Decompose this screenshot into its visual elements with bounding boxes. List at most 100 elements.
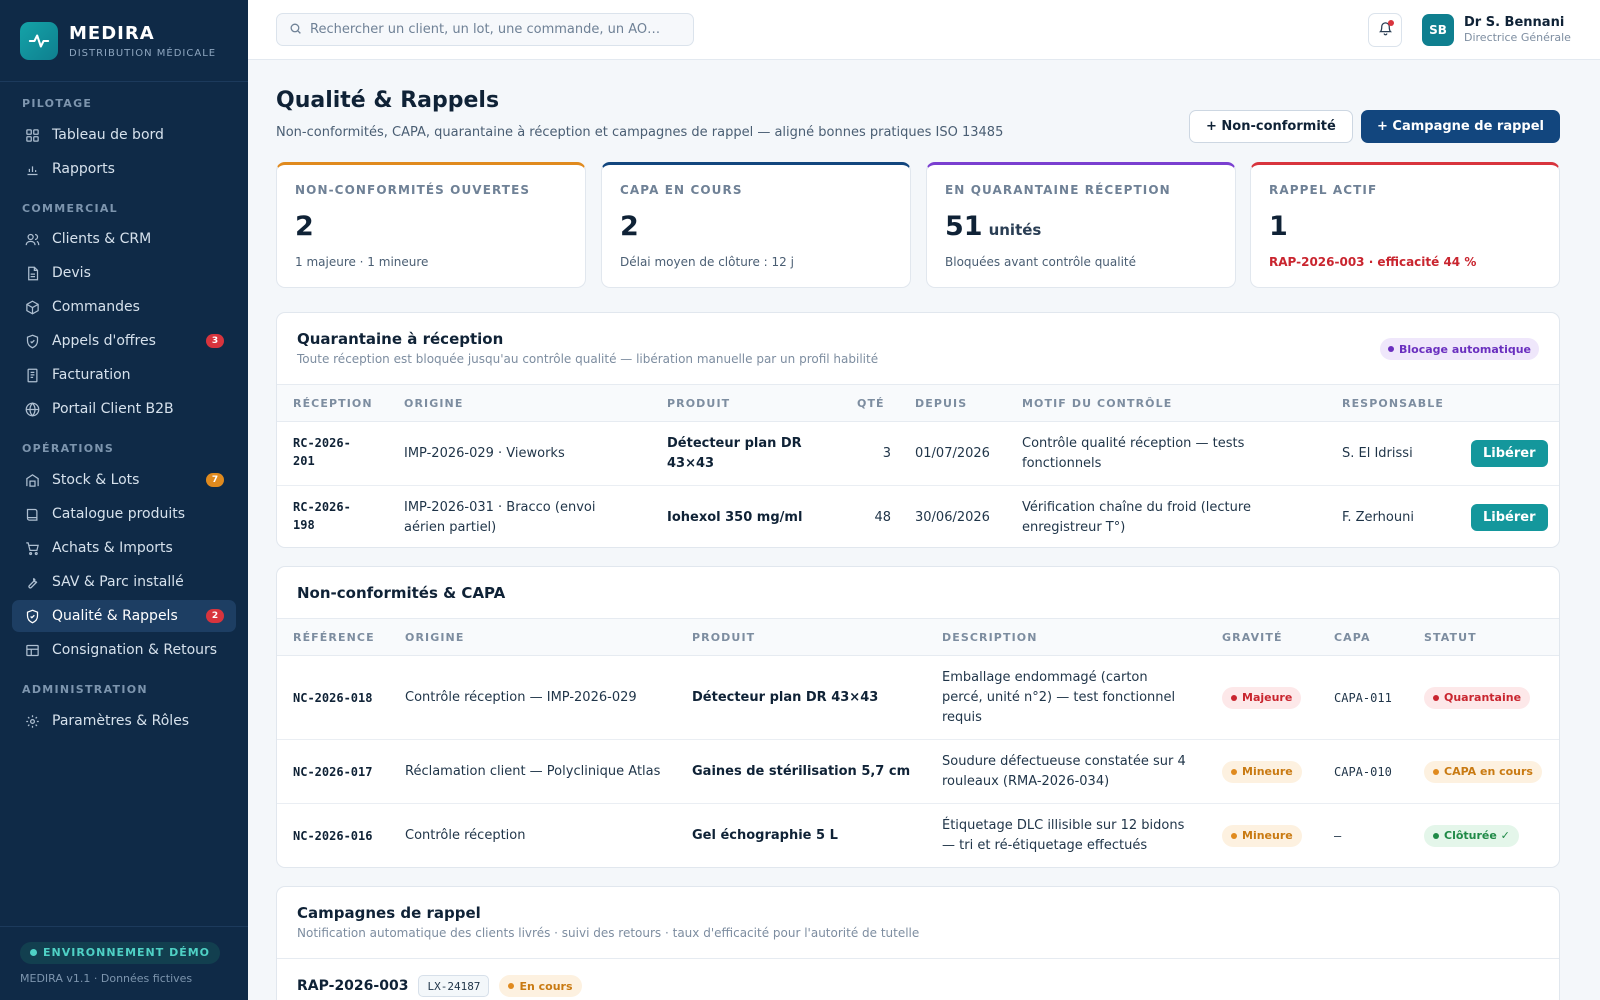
search-input[interactable] (310, 22, 680, 37)
wrench-icon (24, 574, 40, 590)
grid-icon (24, 127, 40, 143)
kpi-label: EN QUARANTAINE RÉCEPTION (945, 183, 1171, 197)
table-row[interactable]: RC-2026- 198 IMP-2026-031 · Bracco (envo… (277, 486, 1559, 547)
kpi-note: RAP-2026-003 · efficacité 44 % (1269, 255, 1477, 269)
column-header: PRODUIT (667, 397, 731, 410)
sidebar-item-stock[interactable]: Stock & Lots 7 (12, 464, 236, 496)
add-nonconformity-button[interactable]: + Non-conformité (1189, 110, 1353, 143)
since-date: 30/06/2026 (915, 510, 990, 525)
auto-block-badge: Blocage automatique (1380, 338, 1539, 360)
topbar: SB Dr S. Bennani Directrice Générale (248, 0, 1600, 60)
card-title: Campagnes de rappel (297, 904, 481, 922)
brand-name: MEDIRA (69, 22, 155, 44)
kpi-value: 2 (295, 211, 314, 242)
capa-ref: – (1334, 829, 1342, 843)
nav-section-commercial: COMMERCIAL (22, 202, 118, 215)
product: Gel échographie 5 L (692, 828, 838, 843)
sidebar-footer: ENVIRONNEMENT DÉMO MEDIRA v1.1 · Données… (0, 926, 248, 1000)
release-button[interactable]: Libérer (1471, 440, 1548, 467)
column-header: DEPUIS (915, 397, 968, 410)
sidebar-item-label: Consignation & Retours (52, 642, 218, 658)
column-header: GRAVITÉ (1222, 631, 1283, 644)
recall-campaigns-card: Campagnes de rappel Notification automat… (276, 886, 1560, 1000)
origin: Contrôle réception (405, 828, 526, 843)
severity: Majeure (1222, 687, 1302, 709)
app-version: MEDIRA v1.1 · Données fictives (20, 971, 193, 985)
kpi-active-recall: RAPPEL ACTIF 1 RAP-2026-003 · efficacité… (1250, 162, 1560, 288)
sidebar-item-b2b-portal[interactable]: Portail Client B2B (12, 393, 236, 425)
brand: MEDIRA DISTRIBUTION MÉDICALE (0, 0, 248, 82)
table-row[interactable]: NC-2026-016 Contrôle réception Gel échog… (277, 804, 1559, 867)
sidebar-item-catalog[interactable]: Catalogue produits (12, 498, 236, 530)
kpi-unit: unités (988, 221, 1042, 239)
owner: S. El Idrissi (1342, 446, 1413, 461)
sidebar-item-reports[interactable]: Rapports (12, 153, 236, 185)
kpi-note: Bloquées avant contrôle qualité (945, 255, 1137, 269)
table-row[interactable]: NC-2026-017 Réclamation client — Polycli… (277, 740, 1559, 804)
sidebar-item-clients[interactable]: Clients & CRM (12, 223, 236, 255)
control-reason: Contrôle qualité réception — tests fonct… (1022, 436, 1245, 471)
cart-icon (24, 540, 40, 556)
sidebar-item-label: Stock & Lots (52, 472, 140, 488)
kpi-open-nonconformities: NON-CONFORMITÉS OUVERTES 2 1 majeure · 1… (276, 162, 586, 288)
sidebar-item-after-sales[interactable]: SAV & Parc installé (12, 566, 236, 598)
card-title: Quarantaine à réception (297, 330, 504, 348)
lot-tag: LX-24187 (418, 975, 490, 997)
sidebar-item-tenders[interactable]: Appels d'offres 3 (12, 325, 236, 357)
capa-ref: CAPA-010 (1334, 765, 1392, 779)
brand-subtitle: DISTRIBUTION MÉDICALE (69, 47, 217, 59)
severity: Mineure (1222, 825, 1302, 847)
search-icon (289, 20, 302, 39)
document-icon (24, 265, 40, 281)
table-row[interactable]: NC-2026-018 Contrôle réception — IMP-202… (277, 656, 1559, 740)
product: Iohexol 350 mg/ml (667, 510, 803, 525)
sidebar-item-quotes[interactable]: Devis (12, 257, 236, 289)
sidebar-item-purchases[interactable]: Achats & Imports (12, 532, 236, 564)
column-header: RESPONSABLE (1342, 397, 1444, 410)
pulse-logo-icon (20, 21, 58, 60)
status-badge: CAPA en cours (1424, 761, 1542, 783)
kpi-label: CAPA EN COURS (620, 183, 743, 197)
sidebar: MEDIRA DISTRIBUTION MÉDICALE PILOTAGE Ta… (0, 0, 248, 1000)
package-icon (24, 299, 40, 315)
column-header: DESCRIPTION (942, 631, 1038, 644)
owner: F. Zerhouni (1342, 510, 1414, 525)
card-subtitle: Toute réception est bloquée jusqu'au con… (297, 352, 879, 366)
column-header: QTÉ (857, 397, 885, 410)
status-badge: En cours (499, 975, 582, 997)
sidebar-item-label: Portail Client B2B (52, 401, 174, 417)
search-box[interactable] (276, 13, 694, 46)
kpi-label: RAPPEL ACTIF (1269, 183, 1378, 197)
description: Emballage endommagé (carton percé, unité… (942, 670, 1176, 725)
quantity: 48 (874, 510, 891, 525)
description: Étiquetage DLC illisible sur 12 bidons —… (942, 818, 1185, 853)
release-button[interactable]: Libérer (1471, 504, 1548, 531)
page-subtitle: Non-conformités, CAPA, quarantaine à réc… (276, 125, 1004, 140)
table-row[interactable]: RC-2026- 201 IMP-2026-029 · Vieworks Dét… (277, 422, 1559, 486)
sidebar-item-label: Devis (52, 265, 91, 281)
sidebar-item-label: Commandes (52, 299, 140, 315)
notifications-button[interactable] (1368, 13, 1402, 47)
card-subtitle: Notification automatique des clients liv… (297, 926, 920, 940)
sidebar-item-label: Clients & CRM (52, 231, 152, 247)
user-role: Directrice Générale (1464, 31, 1571, 44)
sidebar-item-label: Appels d'offres (52, 333, 156, 349)
nc-ref: NC-2026-016 (293, 829, 373, 843)
add-recall-campaign-button[interactable]: + Campagne de rappel (1361, 110, 1560, 143)
sidebar-item-settings[interactable]: Paramètres & Rôles (12, 705, 236, 737)
sidebar-item-quality-recalls[interactable]: Qualité & Rappels 2 (12, 600, 236, 632)
origin: IMP-2026-031 · Bracco (envoi aérien part… (404, 500, 596, 535)
sidebar-item-label: Rapports (52, 161, 115, 177)
sidebar-item-billing[interactable]: Facturation (12, 359, 236, 391)
user-name: Dr S. Bennani (1464, 15, 1565, 30)
avatar[interactable]: SB (1422, 14, 1454, 46)
kpi-value: 1 (1269, 211, 1288, 242)
column-header: RÉCEPTION (293, 397, 373, 410)
reception-ref: RC-2026- 198 (293, 500, 351, 532)
sidebar-item-orders[interactable]: Commandes (12, 291, 236, 323)
kpi-value: 2 (620, 211, 639, 242)
table-header: RÉFÉRENCE ORIGINE PRODUIT DESCRIPTION GR… (277, 618, 1559, 656)
sidebar-item-dashboard[interactable]: Tableau de bord (12, 119, 236, 151)
sidebar-item-consignment[interactable]: Consignation & Retours (12, 634, 236, 666)
recall-campaign-item[interactable]: RAP-2026-003 LX-24187 En cours (297, 975, 582, 997)
